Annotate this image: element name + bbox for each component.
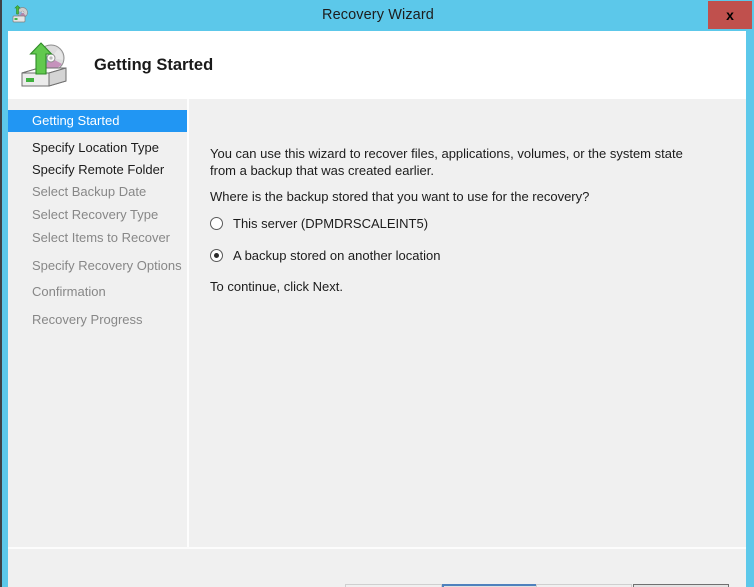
window-left-edge <box>0 0 2 587</box>
page-header: Getting Started <box>8 31 746 99</box>
radio-this-server-label: This server (DPMDRSCALEINT5) <box>233 216 428 231</box>
radio-another-location-mark[interactable] <box>210 249 223 262</box>
content-area: Getting Started Specify Location Type Sp… <box>8 99 746 576</box>
recovery-disk-arrow-icon <box>17 40 71 90</box>
radio-this-server-mark[interactable] <box>210 217 223 230</box>
continue-note: To continue, click Next. <box>210 278 710 295</box>
radio-another-location-label: A backup stored on another location <box>233 248 440 263</box>
radio-this-server[interactable]: This server (DPMDRSCALEINT5) <box>210 213 428 233</box>
sidebar-item-recovery-progress: Recovery Progress <box>8 309 187 331</box>
recovery-wizard-window: Recovery Wizard x <box>0 0 754 587</box>
window-title: Recovery Wizard <box>2 0 754 31</box>
button-bar: < Previous Next > Recover Cancel <box>8 549 746 587</box>
sidebar-item-getting-started[interactable]: Getting Started <box>8 110 187 132</box>
sidebar-item-select-recovery-type: Select Recovery Type <box>8 204 187 226</box>
wizard-steps-sidebar: Getting Started Specify Location Type Sp… <box>8 99 187 576</box>
sidebar-item-select-backup-date: Select Backup Date <box>8 181 187 203</box>
question-text: Where is the backup stored that you want… <box>210 188 710 205</box>
page-title: Getting Started <box>94 31 213 99</box>
intro-text: You can use this wizard to recover files… <box>210 145 710 179</box>
dialog-body: Getting Started Getting Started Specify … <box>8 31 746 576</box>
sidebar-item-specify-remote-folder[interactable]: Specify Remote Folder <box>8 159 187 181</box>
title-bar: Recovery Wizard x <box>2 0 754 31</box>
close-icon[interactable]: x <box>708 1 752 29</box>
wizard-panel: You can use this wizard to recover files… <box>189 99 746 576</box>
sidebar-item-specify-recovery-options: Specify Recovery Options <box>8 255 187 277</box>
sidebar-item-specify-location-type[interactable]: Specify Location Type <box>8 137 187 159</box>
sidebar-item-select-items-to-recover: Select Items to Recover <box>8 227 187 249</box>
sidebar-item-confirmation: Confirmation <box>8 281 187 303</box>
radio-another-location[interactable]: A backup stored on another location <box>210 245 440 265</box>
